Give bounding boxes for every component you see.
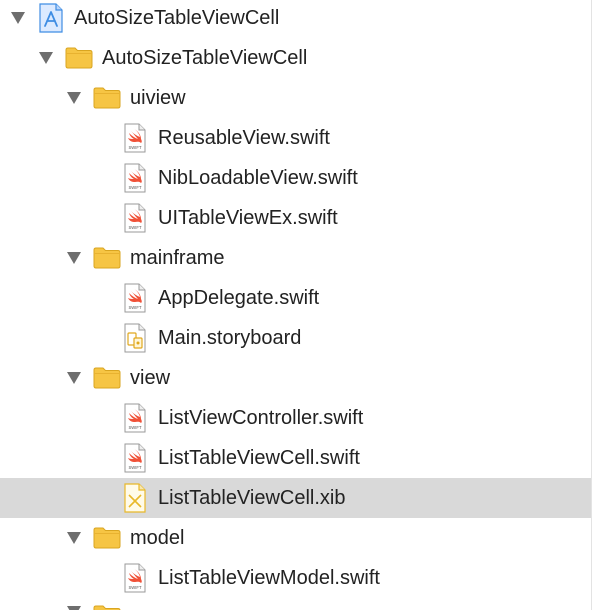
xib-file-icon [124,483,146,513]
tree-row-file[interactable]: Main.storyboard [0,318,591,358]
group-label: model [130,527,185,549]
tree-row-file[interactable]: ListViewController.swift [0,398,591,438]
disclosure-triangle-expanded-icon[interactable] [67,372,81,384]
xcode-project-icon [39,3,63,33]
tree-row-group-mainframe[interactable]: mainframe [0,238,591,278]
tree-row-group-uiview[interactable]: uiview [0,78,591,118]
tree-row-group-main[interactable]: AutoSizeTableViewCell [0,38,591,78]
tree-row-file[interactable]: ListTableViewCell.swift [0,438,591,478]
tree-row-file[interactable]: ListTableViewModel.swift [0,558,591,598]
file-label: ListViewController.swift [158,407,364,429]
swift-file-icon [124,283,146,313]
swift-file-icon [124,443,146,473]
tree-row-file[interactable]: ReusableView.swift [0,118,591,158]
tree-row-partial[interactable] [0,598,591,610]
disclosure-triangle-expanded-icon[interactable] [67,92,81,104]
swift-file-icon [124,123,146,153]
disclosure-triangle-expanded-icon[interactable] [39,52,53,64]
file-label: ListTableViewCell.swift [158,447,360,469]
file-label: ReusableView.swift [158,127,330,149]
tree-row-group-view[interactable]: view [0,358,591,398]
swift-file-icon [124,563,146,593]
disclosure-triangle-icon[interactable] [67,606,81,610]
folder-icon [93,605,121,610]
folder-icon [93,527,121,549]
file-label: ListTableViewCell.xib [158,487,346,509]
tree-row-project[interactable]: AutoSizeTableViewCell [0,0,591,38]
group-label: view [130,367,171,389]
folder-icon [65,47,93,69]
folder-icon [93,87,121,109]
group-label: mainframe [130,247,225,269]
swift-file-icon [124,203,146,233]
disclosure-triangle-expanded-icon[interactable] [11,12,25,24]
tree-row-file[interactable]: UITableViewEx.swift [0,198,591,238]
tree-row-file[interactable]: AppDelegate.swift [0,278,591,318]
file-label: NibLoadableView.swift [158,167,358,189]
disclosure-triangle-expanded-icon[interactable] [67,532,81,544]
file-label: UITableViewEx.swift [158,207,338,229]
tree-row-file-selected[interactable]: ListTableViewCell.xib [0,478,591,518]
project-label: AutoSizeTableViewCell [74,7,280,29]
file-label: ListTableViewModel.swift [158,567,380,589]
file-label: AppDelegate.swift [158,287,320,309]
swift-file-icon [124,163,146,193]
folder-icon [93,367,121,389]
storyboard-file-icon [124,323,146,353]
disclosure-triangle-expanded-icon[interactable] [67,252,81,264]
group-label: uiview [130,87,186,109]
swift-file-icon [124,403,146,433]
tree-row-file[interactable]: NibLoadableView.swift [0,158,591,198]
folder-icon [93,247,121,269]
group-label: AutoSizeTableViewCell [102,47,308,69]
project-navigator: AutoSizeTableViewCell AutoSizeTableViewC… [0,0,592,610]
tree-row-group-model[interactable]: model [0,518,591,558]
file-label: Main.storyboard [158,327,302,349]
